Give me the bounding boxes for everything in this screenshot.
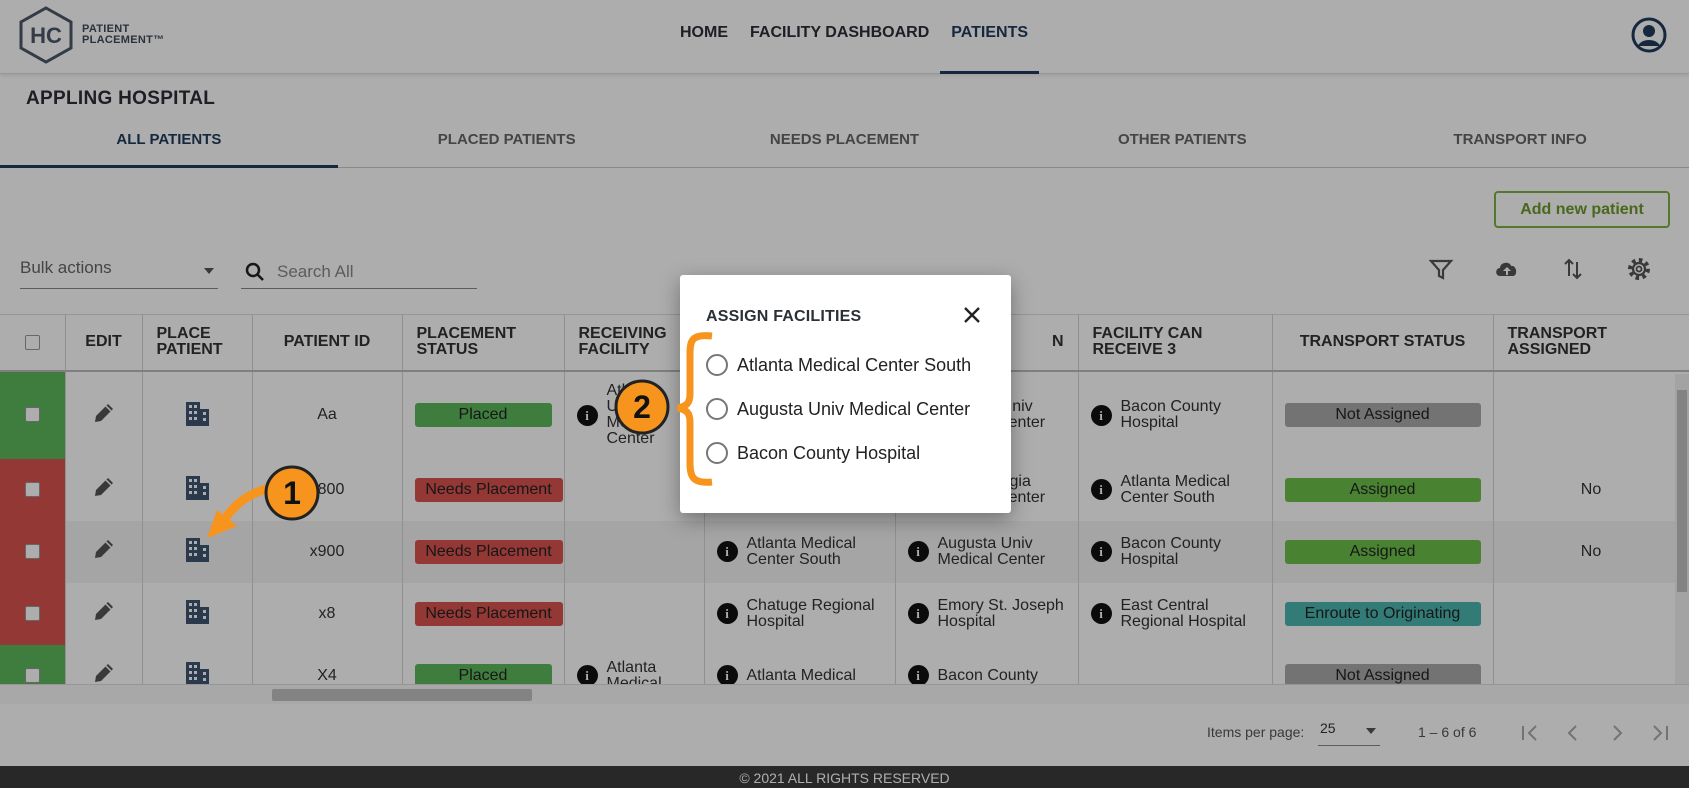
annotation-number-1: 1 [283, 475, 301, 511]
facility-option-label: Bacon County Hospital [737, 442, 921, 463]
annotation-bracket-2: 2 [614, 332, 713, 486]
facility-option[interactable]: Augusta Univ Medical Center [706, 398, 970, 420]
assign-facilities-dialog: ASSIGN FACILITIES Atlanta Medical Center… [680, 275, 1011, 513]
facility-option[interactable]: Atlanta Medical Center South [706, 354, 971, 376]
facility-option-label: Atlanta Medical Center South [737, 354, 972, 375]
annotation-arrow-1: 1 [207, 465, 320, 538]
facility-option[interactable]: Bacon County Hospital [706, 442, 920, 464]
facility-option-label: Augusta Univ Medical Center [737, 398, 971, 419]
dialog-title: ASSIGN FACILITIES [706, 308, 862, 325]
close-icon[interactable] [960, 303, 984, 327]
annotation-number-2: 2 [633, 389, 651, 425]
